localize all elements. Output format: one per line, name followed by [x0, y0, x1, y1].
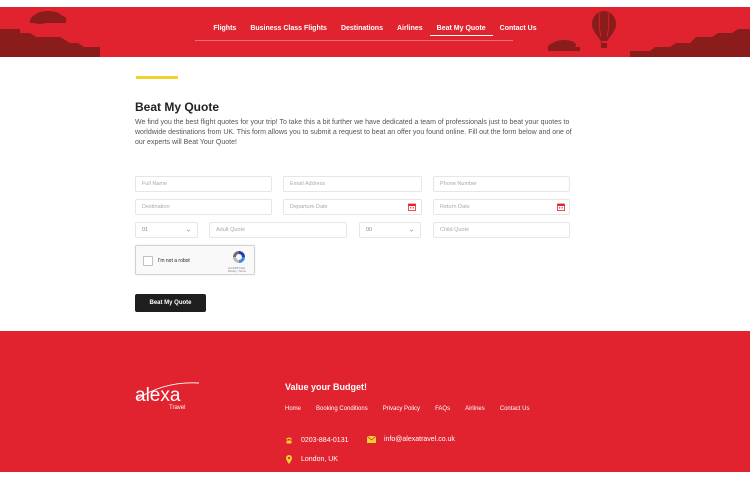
email-address: info@alexatravel.co.uk [384, 436, 455, 443]
footer-link-airlines[interactable]: Airlines [465, 406, 485, 412]
nav-contact-us[interactable]: Contact Us [493, 24, 544, 36]
beat-my-quote-submit-button[interactable]: Beat My Quote [135, 294, 206, 312]
footer-link-contact-us[interactable]: Contact Us [500, 406, 530, 412]
contact-phone[interactable]: 0203-884-0131 [285, 436, 349, 444]
nav-flights[interactable]: Flights [206, 24, 243, 36]
departure-date-input[interactable] [283, 199, 422, 215]
return-date-input[interactable] [433, 199, 570, 215]
adult-quote-input[interactable] [209, 222, 347, 238]
child-quote-input[interactable] [433, 222, 570, 238]
children-count-select[interactable]: 00 [359, 222, 421, 238]
footer-link-booking-conditions[interactable]: Booking Conditions [316, 406, 368, 412]
nav-business-class-flights[interactable]: Business Class Flights [243, 24, 334, 36]
recaptcha-logo-icon [233, 251, 245, 263]
location-pin-icon [286, 455, 292, 464]
intro-text: We find you the best flight quotes for y… [135, 119, 572, 146]
email-icon [367, 436, 376, 443]
contact-location: London, UK [285, 455, 338, 464]
bottom-strip [0, 472, 750, 500]
top-strip [0, 0, 750, 7]
adults-count-value: 01 [142, 227, 149, 233]
chevron-down-icon [409, 228, 414, 232]
phone-number: 0203-884-0131 [301, 436, 349, 444]
site-header: Flights Business Class Flights Destinati… [0, 7, 750, 57]
calendar-icon[interactable] [408, 203, 416, 211]
recaptcha-widget: I'm not a robot reCAPTCHA Privacy - Term… [135, 245, 255, 275]
logo-subtext: Travel [169, 405, 185, 411]
email-input[interactable] [283, 176, 422, 192]
phone-icon [286, 437, 292, 444]
footer-heading: Value your Budget! [285, 382, 368, 392]
nav-beat-my-quote[interactable]: Beat My Quote [429, 24, 493, 36]
alexa-travel-logo[interactable]: alexa Travel [135, 379, 205, 411]
recaptcha-terms-link[interactable]: Privacy - Terms [228, 270, 246, 273]
nav-airlines[interactable]: Airlines [390, 24, 430, 36]
children-count-value: 00 [366, 227, 373, 233]
nav-destinations[interactable]: Destinations [334, 24, 390, 36]
phone-input[interactable] [433, 176, 570, 192]
contact-email[interactable]: info@alexatravel.co.uk [367, 436, 455, 443]
destination-input[interactable] [135, 199, 272, 215]
footer-links: Home Booking Conditions Privacy Policy F… [285, 406, 544, 412]
location-text: London, UK [301, 456, 338, 463]
logo-text: alexa [135, 385, 181, 406]
calendar-icon[interactable] [557, 203, 565, 211]
full-name-input[interactable] [135, 176, 272, 192]
recaptcha-label: I'm not a robot [158, 258, 190, 264]
footer-link-faqs[interactable]: FAQs [435, 406, 450, 412]
recaptcha-checkbox[interactable] [143, 256, 153, 266]
chevron-down-icon [186, 228, 191, 232]
page-title: Beat My Quote [135, 100, 220, 114]
nav-divider [195, 40, 513, 41]
footer-link-privacy-policy[interactable]: Privacy Policy [383, 406, 420, 412]
main-nav: Flights Business Class Flights Destinati… [0, 7, 750, 57]
adults-count-select[interactable]: 01 [135, 222, 198, 238]
title-accent-bar [136, 76, 178, 79]
footer-link-home[interactable]: Home [285, 406, 301, 412]
site-footer: alexa Travel Value your Budget! Home Boo… [0, 331, 750, 472]
